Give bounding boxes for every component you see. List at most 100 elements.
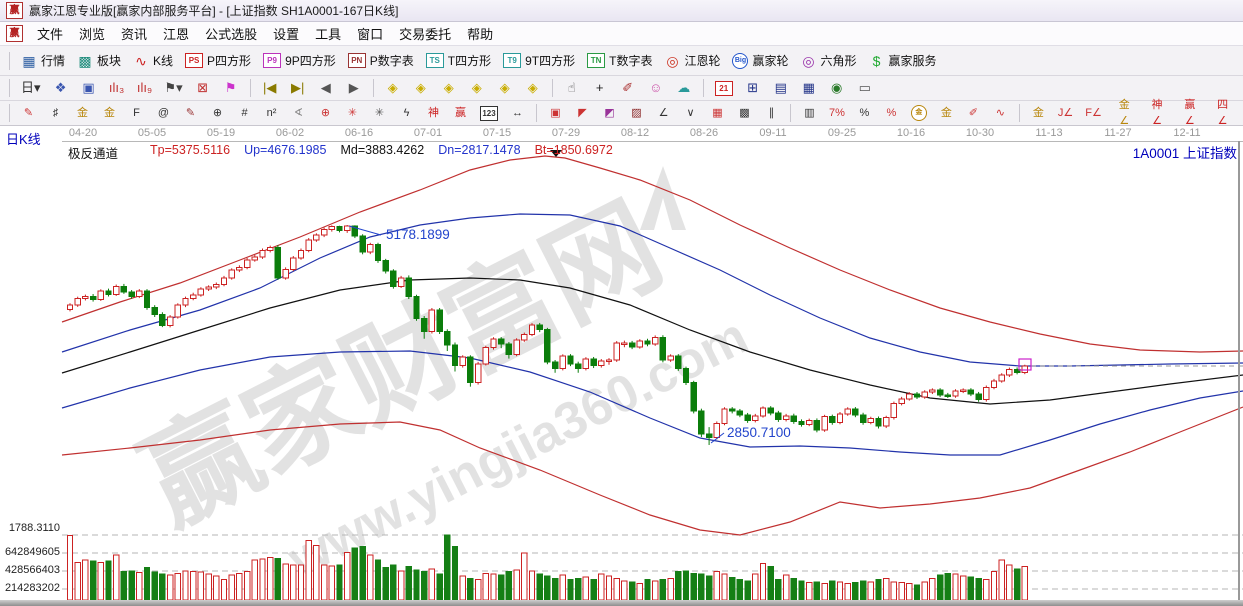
box-select-tool[interactable]: ▣ <box>545 104 566 122</box>
kline-button[interactable]: ∿ K线 <box>130 51 176 70</box>
marker-pen-tool[interactable]: ✎ <box>180 104 201 122</box>
menu-item-5[interactable]: 公式选股 <box>205 24 257 43</box>
shift-right-button[interactable]: ◈ <box>410 79 432 97</box>
expand-y-button[interactable]: ◈ <box>494 79 516 97</box>
notes-button[interactable]: ▤ <box>770 79 792 97</box>
mirror-angle-tool[interactable]: ∢ <box>288 104 309 122</box>
winner-wheel-button[interactable]: Big 赢家轮 <box>729 51 791 70</box>
red-grid-tool[interactable]: ▦ <box>707 104 728 122</box>
menu-item-1[interactable]: 文件 <box>37 24 63 43</box>
f-angle-tool[interactable]: F∠ <box>1082 104 1105 122</box>
percent-slash-tool[interactable]: 7% <box>826 104 848 122</box>
p-square-button[interactable]: PS P四方形 <box>182 51 254 70</box>
golden-ratio-tool[interactable]: 金 <box>99 104 120 122</box>
slash-lines-tool[interactable]: ∥ <box>761 104 782 122</box>
t-square-button[interactable]: TS T四方形 <box>423 51 494 70</box>
drag-hand-button[interactable]: ☝ <box>561 79 583 97</box>
menu-item-9[interactable]: 交易委托 <box>399 24 451 43</box>
p-digit-table-button[interactable]: PN P数字表 <box>345 51 417 70</box>
menu-item-6[interactable]: 设置 <box>273 24 299 43</box>
gold-angle-tool[interactable]: 金∠ <box>1111 96 1138 130</box>
menu-item-4[interactable]: 江恩 <box>163 24 189 43</box>
spiral-tool[interactable]: @ <box>153 104 174 122</box>
titlebar[interactable]: 赢 赢家江恩专业版[赢家内部服务平台] - [上证指数 SH1A0001-167… <box>0 0 1243 22</box>
save-button[interactable]: ▦ <box>798 79 820 97</box>
flag-dropdown[interactable]: ⚑▾ <box>162 79 186 97</box>
circle-cross-tool[interactable]: ⊕ <box>207 104 228 122</box>
width-arrows-tool[interactable]: ↔ <box>507 104 528 122</box>
red-marker-tool[interactable]: ✐ <box>963 104 984 122</box>
color-flag-button[interactable]: ⚑ <box>220 79 242 97</box>
quotes-button[interactable]: ▦ 行情 <box>18 51 68 70</box>
cloud-button[interactable]: ☁ <box>673 79 695 97</box>
hexagon-button[interactable]: ◎ 六角形 <box>798 51 860 70</box>
calendar-button[interactable]: 21 <box>712 80 736 97</box>
calculator-button[interactable]: ⊞ <box>742 79 764 97</box>
skip-start-button[interactable]: |◀ <box>259 79 281 97</box>
tick-marks-tool[interactable]: ϟ <box>396 104 417 122</box>
send-button[interactable]: ◉ <box>826 79 848 97</box>
web-link-button[interactable]: ❖ <box>50 79 72 97</box>
gann-fan-circle-tool[interactable]: ⊕ <box>315 104 336 122</box>
menu-item-7[interactable]: 工具 <box>315 24 341 43</box>
shift-left-button[interactable]: ◈ <box>382 79 404 97</box>
box-web-tool[interactable]: ▨ <box>626 104 647 122</box>
gold-circle-tool[interactable]: 金 <box>908 104 930 122</box>
menu-item-2[interactable]: 浏览 <box>79 24 105 43</box>
t9-square-button[interactable]: T9 9T四方形 <box>500 51 578 70</box>
compress-y-button[interactable]: ◈ <box>522 79 544 97</box>
bottom-scrollbar[interactable] <box>0 600 1243 606</box>
grid-hash-tool[interactable]: ♯ <box>45 104 66 122</box>
measure-button[interactable]: ✐ <box>617 79 639 97</box>
ying-angle-tool[interactable]: 赢∠ <box>1176 96 1203 130</box>
angle-rays-tool[interactable]: ∠ <box>653 104 674 122</box>
ying-grid-tool[interactable]: 赢 <box>450 104 471 122</box>
golden-section-tool[interactable]: 金 <box>72 104 93 122</box>
bars-3-button[interactable]: ılı₃ <box>106 79 128 97</box>
step-back-button[interactable]: ◀ <box>315 79 337 97</box>
grid-arrow-tool[interactable]: ▩ <box>734 104 755 122</box>
step-forward-button[interactable]: ▶ <box>343 79 365 97</box>
percent-lines-tool[interactable]: % <box>881 104 902 122</box>
gold-lines-tool[interactable]: 金 <box>936 104 957 122</box>
zoom-out-x-button[interactable]: ◈ <box>438 79 460 97</box>
wave-tool[interactable]: ∿ <box>990 104 1011 122</box>
bars-9-button[interactable]: ılı₉ <box>134 79 156 97</box>
p9-square-button[interactable]: P9 9P四方形 <box>260 51 339 70</box>
fib-ruler-tool[interactable]: F <box>126 104 147 122</box>
shen-grid-tool[interactable]: 神 <box>423 104 444 122</box>
si-angle-tool[interactable]: 四∠ <box>1209 96 1236 130</box>
gann-wheel-button[interactable]: ◎ 江恩轮 <box>661 51 723 70</box>
skip-end-button[interactable]: ▶| <box>287 79 309 97</box>
mood-button[interactable]: ☺ <box>645 79 667 97</box>
print-button[interactable]: ▭ <box>854 79 876 97</box>
chart-style-dropdown[interactable]: 日▾ <box>18 79 44 97</box>
kline-chart[interactable]: 赢家财富网www.yingjia360.com5178.18992850.710… <box>0 126 1243 600</box>
volume-profile-tool[interactable]: ▥ <box>799 104 820 122</box>
n-square-tool[interactable]: n² <box>261 104 282 122</box>
t-digit-table-button[interactable]: TN T数字表 <box>584 51 655 70</box>
crosshair-button[interactable]: + <box>589 79 611 97</box>
clipboard-button[interactable]: ▣ <box>78 79 100 97</box>
zoom-in-x-button[interactable]: ◈ <box>466 79 488 97</box>
box-fan-tool[interactable]: ◩ <box>599 104 620 122</box>
price-grid-tool[interactable]: # <box>234 104 255 122</box>
web-dark-tool[interactable]: ✳ <box>369 104 390 122</box>
menu-item-8[interactable]: 窗口 <box>357 24 383 43</box>
sectors-button[interactable]: ▩ 板块 <box>74 51 124 70</box>
winner-service-button[interactable]: $ 赢家服务 <box>866 51 940 70</box>
pattern-box-button[interactable]: ⊠ <box>192 79 214 97</box>
percent-tool[interactable]: % <box>854 104 875 122</box>
red-pen-tool[interactable]: ✎ <box>18 104 39 122</box>
gold-underline-tool[interactable]: 金 <box>1028 104 1049 122</box>
menu-item-3[interactable]: 资讯 <box>121 24 147 43</box>
fan-rays-tool[interactable]: ◤ <box>572 104 593 122</box>
j-angle-tool[interactable]: J∠ <box>1055 104 1076 122</box>
web-tool[interactable]: ✳ <box>342 104 363 122</box>
menu-item-10[interactable]: 帮助 <box>467 24 493 43</box>
p-digit-table-button-label: P数字表 <box>369 54 414 68</box>
ruler-123-tool[interactable]: 123 <box>477 105 501 122</box>
check-lines-tool[interactable]: ∨ <box>680 104 701 122</box>
chart-area[interactable]: 日K线 04-20 05-05 05-19 06-02 06-16 07-01 07-15 0… <box>0 126 1243 600</box>
shen-angle-tool[interactable]: 神∠ <box>1144 96 1171 130</box>
